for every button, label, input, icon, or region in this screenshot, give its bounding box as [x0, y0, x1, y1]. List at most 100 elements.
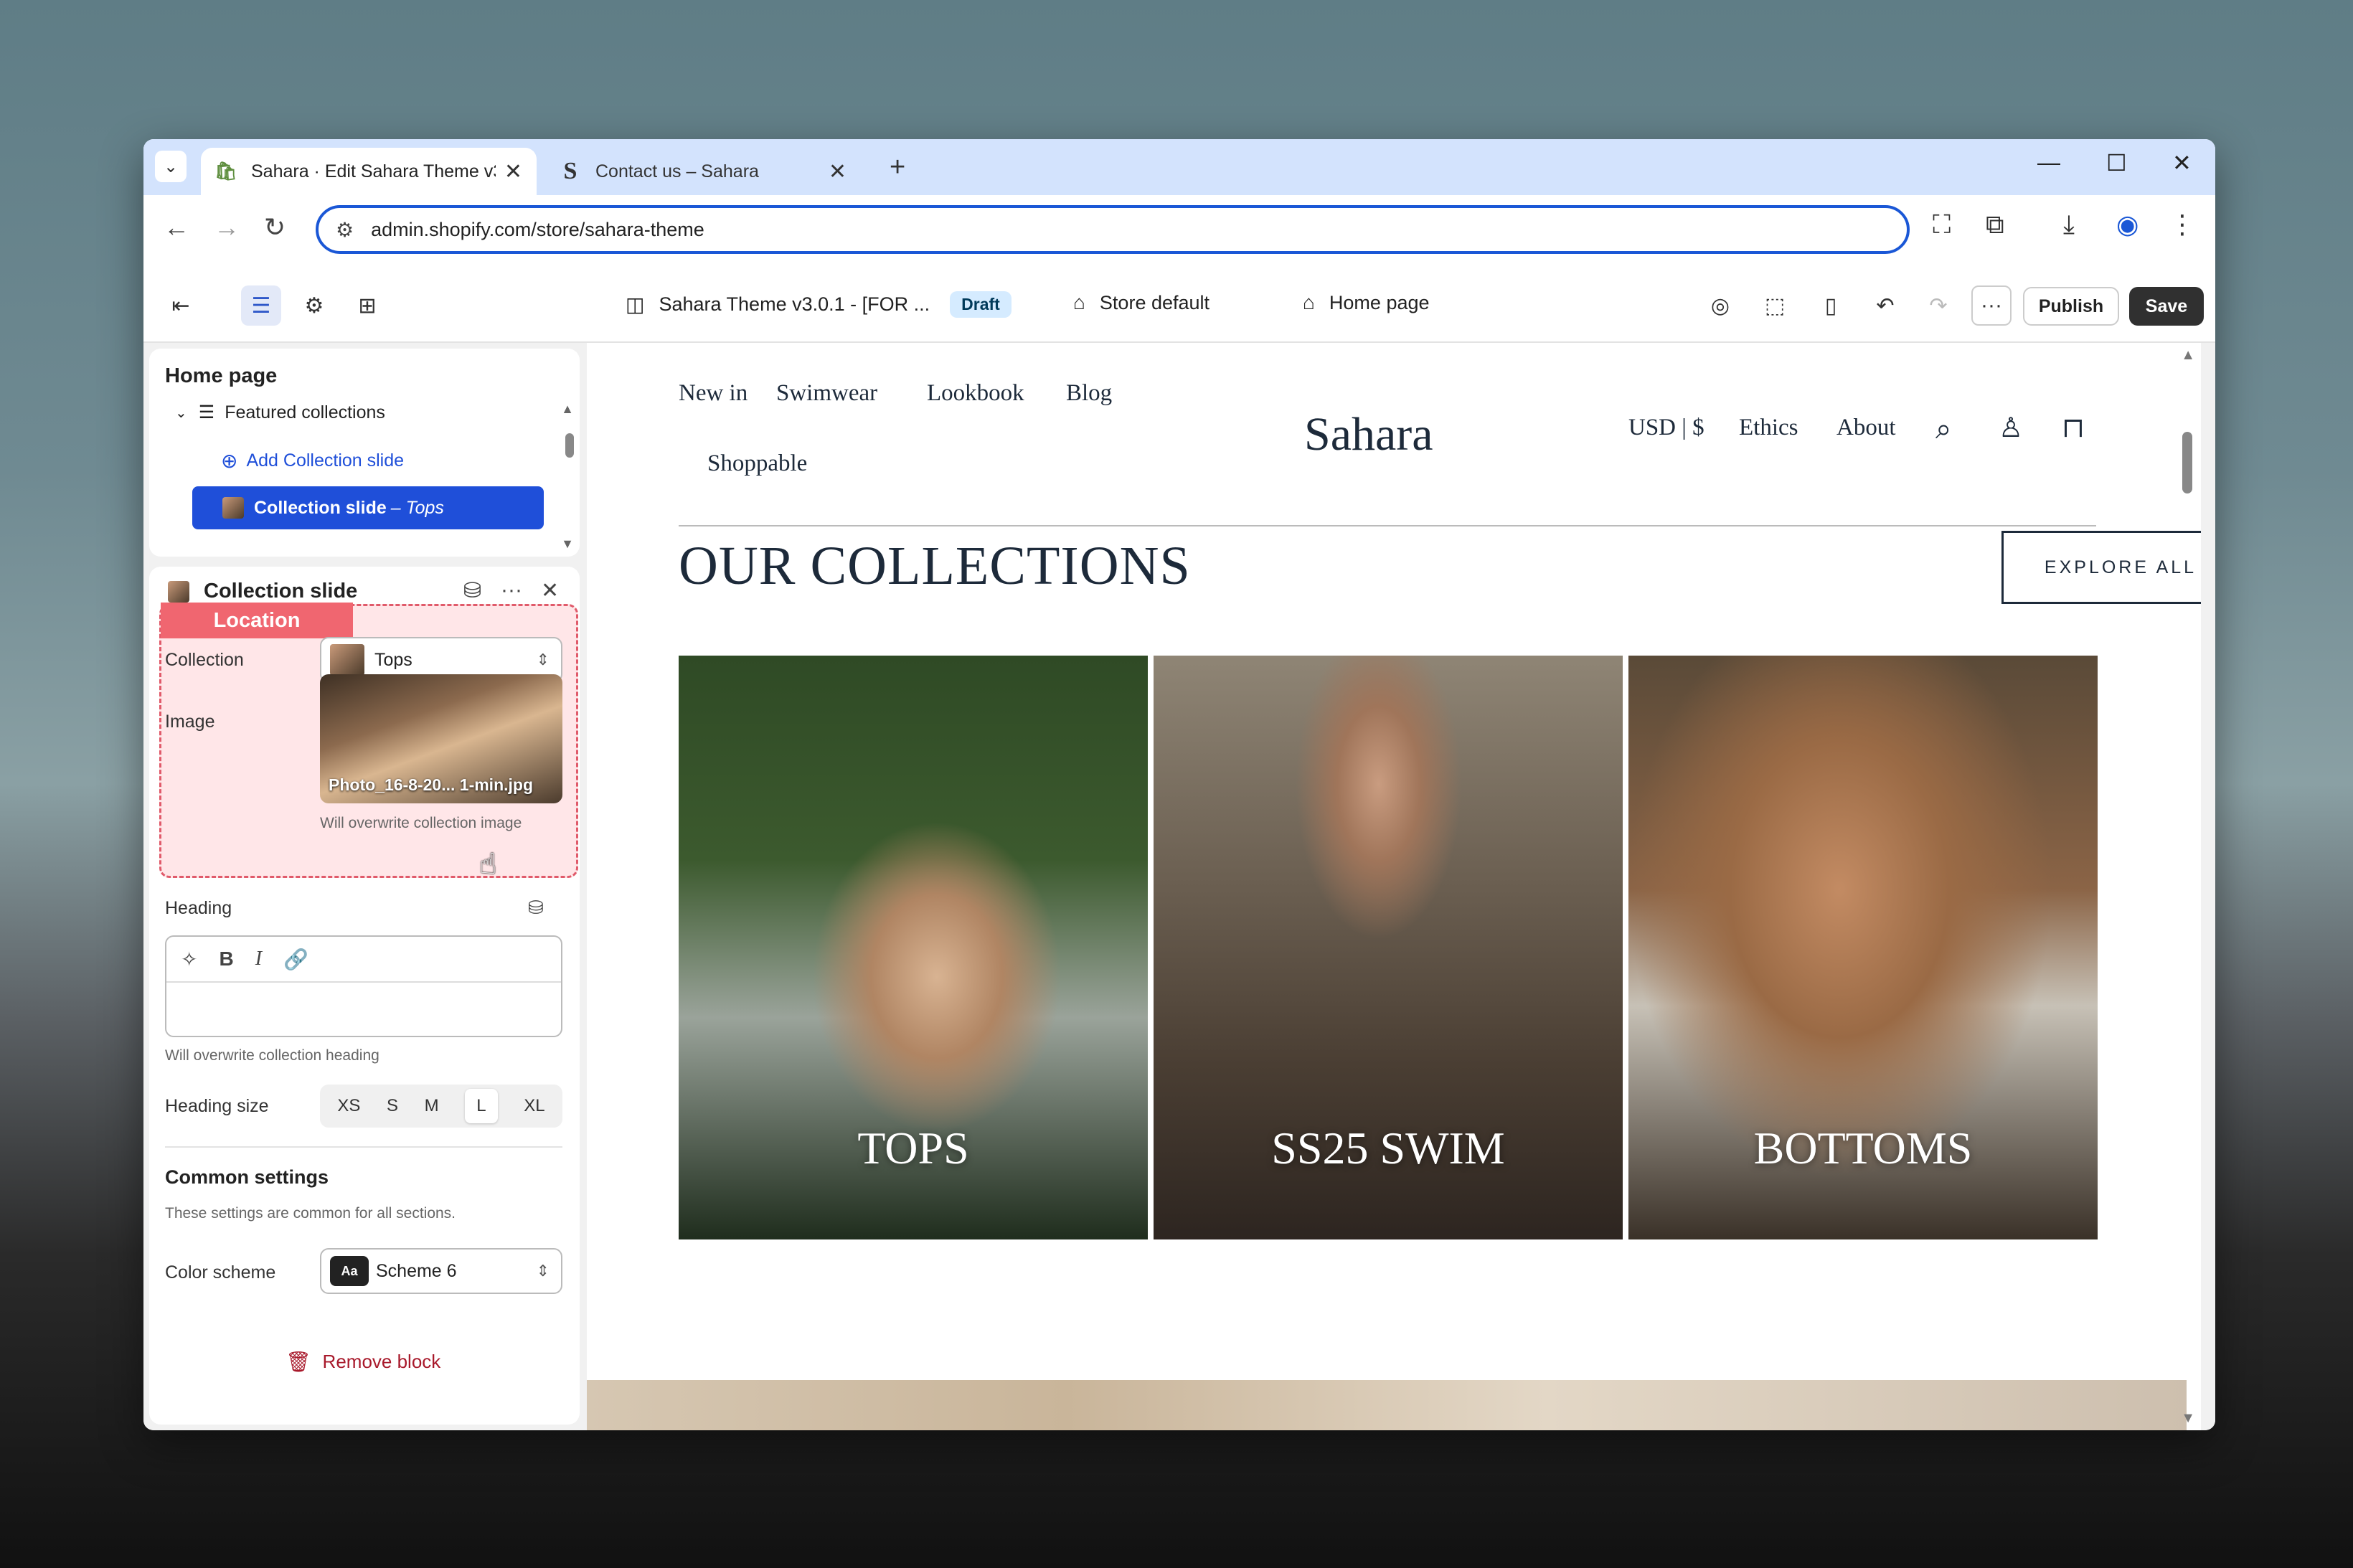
- scroll-down-icon[interactable]: ▼: [2181, 1410, 2195, 1427]
- chevron-down-icon[interactable]: ⌄: [175, 404, 187, 422]
- redo-icon[interactable]: ↷: [1918, 285, 1958, 326]
- collection-card-label: BOTTOMS: [1753, 1123, 1973, 1173]
- store-logo[interactable]: Sahara: [1304, 407, 1433, 462]
- screenshot-icon[interactable]: ⛶: [1933, 209, 1951, 240]
- extensions-icon[interactable]: ⧉: [1986, 209, 2004, 240]
- collection-thumb-icon: [330, 644, 364, 676]
- browser-menu-icon[interactable]: ⋮: [2169, 209, 2195, 240]
- scroll-up-icon[interactable]: ▲: [2181, 347, 2195, 364]
- section-icon: ☰: [198, 402, 215, 422]
- collection-card-tops[interactable]: TOPS: [679, 656, 1148, 1239]
- draft-badge: Draft: [950, 291, 1012, 318]
- trash-icon: 🗑: [286, 1351, 311, 1373]
- tree-item-featured-collections[interactable]: ⌄ ☰ Featured collections: [175, 402, 385, 423]
- maximize-button[interactable]: ☐: [2106, 149, 2127, 176]
- collection-card-label: TOPS: [857, 1123, 969, 1173]
- ai-sparkle-icon[interactable]: ✧: [181, 948, 197, 971]
- color-scheme-value: Scheme 6: [376, 1260, 457, 1281]
- common-settings-help: These settings are common for all sectio…: [165, 1205, 456, 1222]
- nav-blog[interactable]: Blog: [1066, 380, 1112, 407]
- more-actions-icon[interactable]: ···: [1971, 285, 2012, 326]
- profile-icon[interactable]: ◉: [2116, 209, 2139, 240]
- collection-card-ss25-swim[interactable]: SS25 SWIM: [1154, 656, 1623, 1239]
- size-option[interactable]: S: [387, 1096, 398, 1116]
- back-icon[interactable]: ←: [164, 212, 189, 242]
- site-settings-icon[interactable]: ⚙: [336, 218, 354, 242]
- scheme-swatch: Aa: [330, 1256, 369, 1286]
- tab-search-icon[interactable]: ⌄: [155, 151, 187, 182]
- collection-thumb-icon: [222, 497, 244, 519]
- exit-icon[interactable]: ⇤: [161, 285, 201, 326]
- minimize-button[interactable]: —: [2037, 149, 2060, 176]
- nav-new-in[interactable]: New in: [679, 380, 748, 407]
- theme-settings-icon[interactable]: ⚙: [294, 285, 334, 326]
- color-scheme-select[interactable]: Aa Scheme 6 ⇕: [320, 1248, 562, 1294]
- rte-toolbar: ✧ B I 🔗: [166, 937, 561, 983]
- tab-contact[interactable]: S Contact us – Sahara ✕: [545, 148, 861, 195]
- nav-ethics[interactable]: Ethics: [1739, 415, 1798, 441]
- size-option[interactable]: XL: [524, 1096, 544, 1116]
- close-window-button[interactable]: ✕: [2172, 149, 2192, 176]
- add-collection-slide-button[interactable]: ⊕ Add Collection slide: [221, 449, 404, 473]
- page-selector[interactable]: ⌂ Home page: [1303, 291, 1430, 314]
- cart-icon[interactable]: ⊓: [2062, 412, 2085, 444]
- tab-strip: ⌄ 🛍 Sahara · Edit Sahara Theme v3.0 ✕ S …: [143, 139, 2215, 195]
- scroll-up-icon[interactable]: ▲: [561, 402, 574, 417]
- nav-swimwear[interactable]: Swimwear: [776, 380, 877, 407]
- undo-icon[interactable]: ↶: [1865, 285, 1905, 326]
- divider: [679, 525, 2096, 526]
- forward-icon[interactable]: →: [214, 212, 240, 242]
- page-label: Home page: [1329, 291, 1430, 313]
- tree-item-collection-slide-tops[interactable]: Collection slide – Tops: [192, 486, 544, 529]
- size-option[interactable]: M: [425, 1096, 439, 1116]
- apps-icon[interactable]: ⊞: [347, 285, 387, 326]
- account-icon[interactable]: ♙: [1999, 412, 2023, 444]
- theme-selector[interactable]: ◫ Sahara Theme v3.0.1 - [FOR ... Draft: [626, 291, 1012, 318]
- collection-card-bottoms[interactable]: BOTTOMS: [1628, 656, 2098, 1239]
- close-tab-icon[interactable]: ✕: [504, 159, 522, 184]
- size-option[interactable]: XS: [337, 1096, 360, 1116]
- explore-all-button[interactable]: EXPLORE ALL: [2001, 531, 2201, 604]
- inspector-icon[interactable]: ◎: [1700, 285, 1740, 326]
- address-bar-row: ← → ↻ ⚙ admin.shopify.com/store/sahara-t…: [143, 195, 2215, 265]
- nav-shoppable[interactable]: Shoppable: [707, 450, 807, 477]
- link-icon[interactable]: 🔗: [283, 948, 308, 971]
- url-bar[interactable]: ⚙ admin.shopify.com/store/sahara-theme: [316, 205, 1910, 254]
- more-options-icon[interactable]: ···: [501, 578, 522, 603]
- heading-size-label: Heading size: [165, 1096, 269, 1116]
- search-icon[interactable]: ⌕: [1935, 412, 1951, 445]
- scroll-down-icon[interactable]: ▼: [561, 537, 574, 552]
- mobile-view-icon[interactable]: ▯: [1811, 285, 1851, 326]
- image-picker[interactable]: Photo_16-8-20... 1-min.jpg: [320, 674, 562, 803]
- nav-about[interactable]: About: [1836, 415, 1896, 441]
- close-icon[interactable]: ✕: [541, 578, 559, 603]
- collection-card-label: SS25 SWIM: [1271, 1123, 1505, 1173]
- sections-icon[interactable]: ☰: [241, 285, 281, 326]
- tree-scrollbar[interactable]: [565, 433, 574, 458]
- common-settings-title: Common settings: [165, 1166, 329, 1188]
- sahara-favicon-icon: S: [563, 158, 577, 184]
- close-tab-icon[interactable]: ✕: [829, 159, 847, 184]
- reload-icon[interactable]: ↻: [264, 212, 286, 242]
- size-option-selected[interactable]: L: [465, 1089, 498, 1123]
- publish-button[interactable]: Publish: [2023, 287, 2119, 326]
- plus-circle-icon: ⊕: [221, 450, 238, 472]
- heading-editor[interactable]: ✧ B I 🔗: [165, 935, 562, 1037]
- image-help: Will overwrite collection image: [320, 815, 522, 831]
- new-tab-button[interactable]: +: [890, 152, 905, 183]
- dynamic-source-icon[interactable]: ⛁: [528, 897, 544, 919]
- italic-icon[interactable]: I: [255, 948, 262, 970]
- preview-scrollbar[interactable]: [2182, 432, 2192, 493]
- section-title: OUR COLLECTIONS: [679, 536, 1191, 596]
- save-button[interactable]: Save: [2129, 287, 2204, 326]
- store-selector[interactable]: ⌂ Store default: [1073, 291, 1209, 314]
- select-element-icon[interactable]: ⬚: [1755, 285, 1795, 326]
- nav-lookbook[interactable]: Lookbook: [927, 380, 1024, 407]
- bold-icon[interactable]: B: [219, 948, 233, 970]
- download-icon[interactable]: ⤓: [2063, 209, 2075, 240]
- select-arrows-icon: ⇕: [536, 1262, 550, 1280]
- currency-selector[interactable]: USD | $: [1628, 415, 1704, 441]
- tab-editor[interactable]: 🛍 Sahara · Edit Sahara Theme v3.0 ✕: [201, 148, 537, 195]
- dynamic-source-icon[interactable]: ⛁: [463, 578, 481, 603]
- remove-block-button[interactable]: 🗑 Remove block: [286, 1350, 440, 1374]
